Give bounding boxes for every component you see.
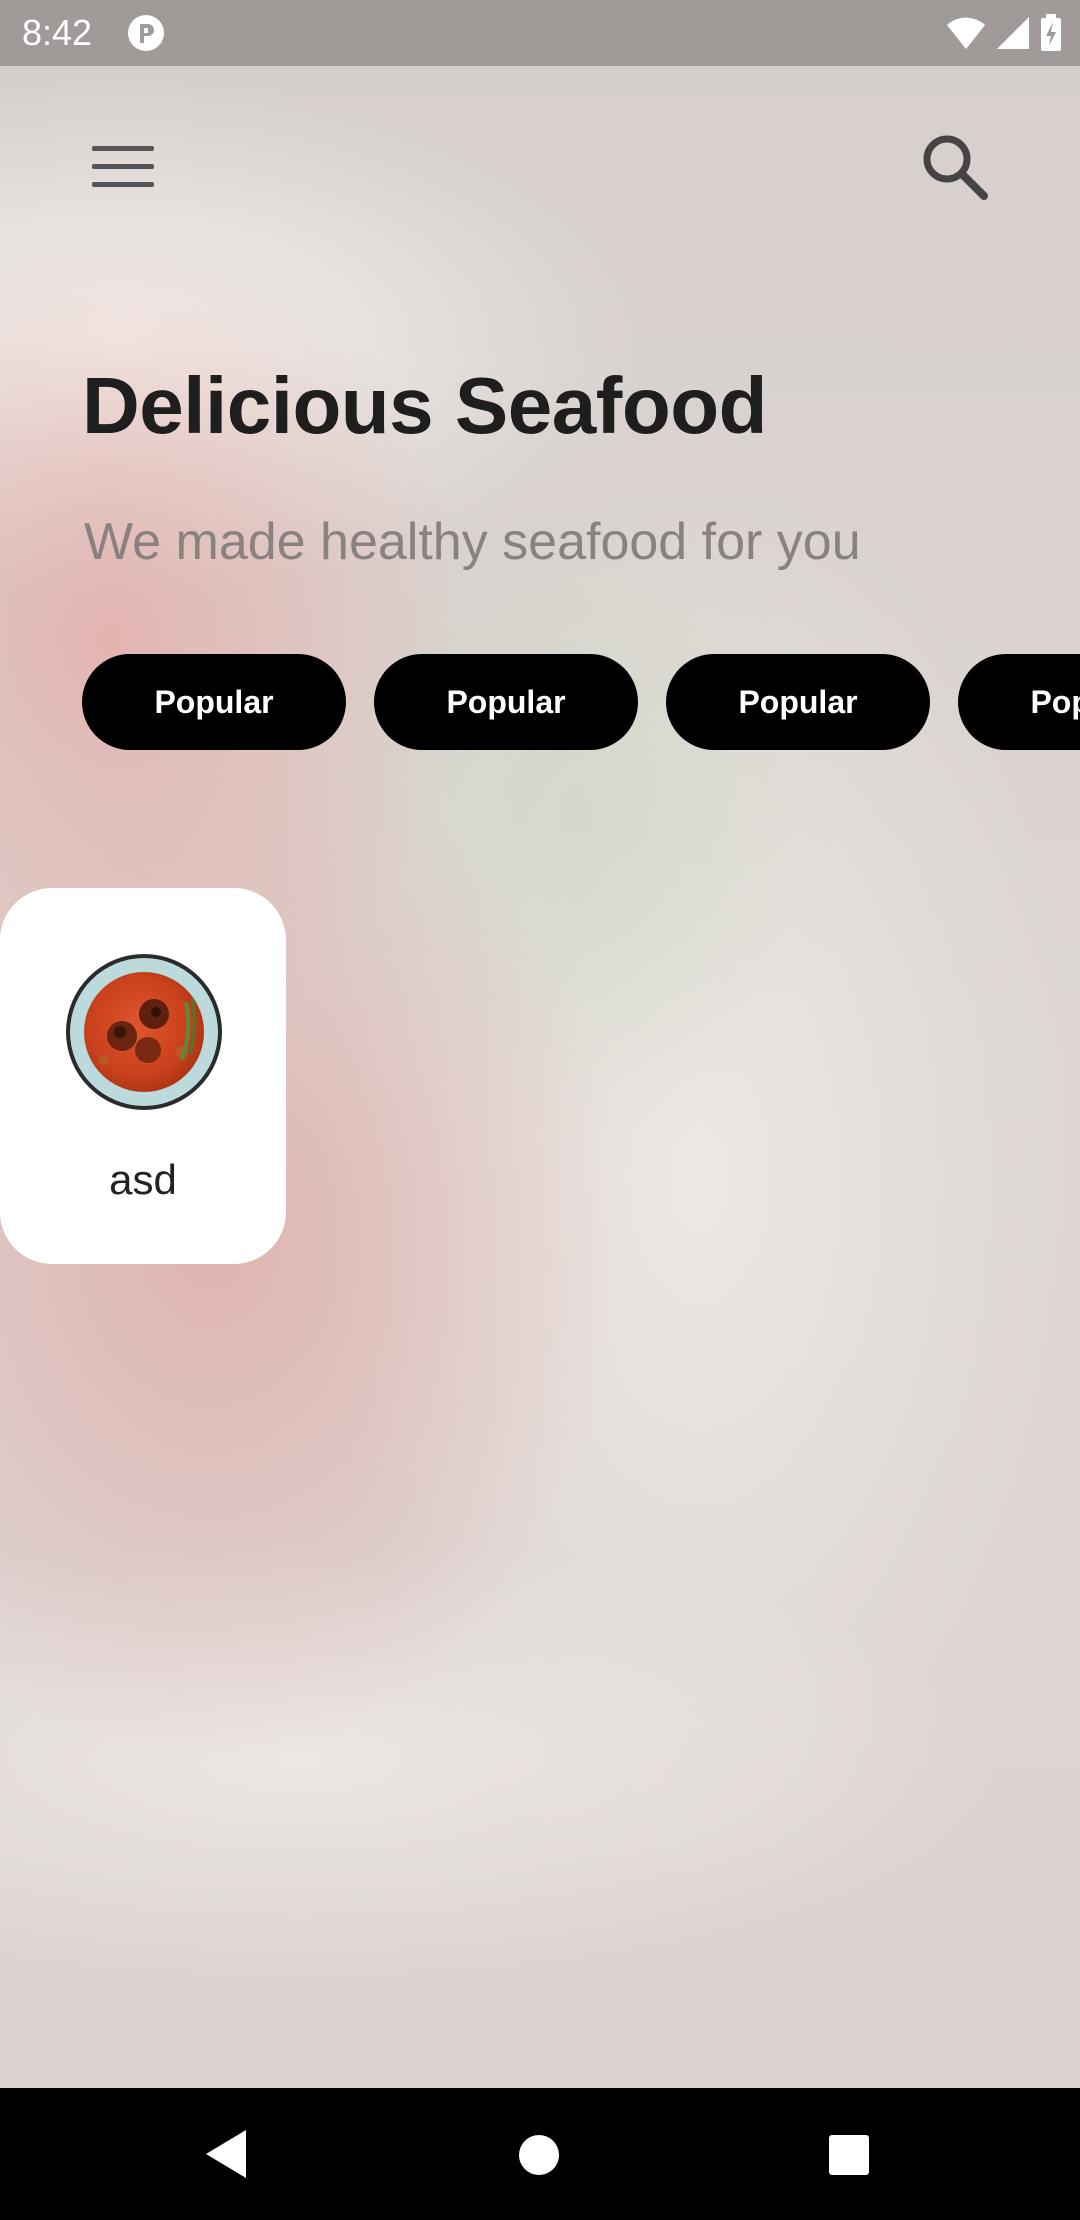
seafood-dish-image (66, 954, 222, 1110)
home-icon[interactable] (518, 2134, 560, 2176)
food-card-name: asd (109, 1156, 177, 1203)
chip-popular-2[interactable]: Popular (374, 654, 638, 750)
page-title: Delicious Seafood (82, 361, 767, 450)
system-nav-bar (0, 2088, 1080, 2220)
chip-popular-3[interactable]: Popular (666, 654, 930, 750)
food-card[interactable]: asd (0, 888, 286, 1264)
chip-row: Popular Popular Popular Popular (82, 654, 1080, 750)
search-icon[interactable] (920, 132, 990, 202)
recents-icon[interactable] (828, 2134, 870, 2176)
status-time: 8:42 (22, 12, 93, 53)
chip-popular-1[interactable]: Popular (82, 654, 346, 750)
wifi-icon (947, 17, 985, 49)
hamburger-menu-icon[interactable] (92, 142, 156, 192)
page-subtitle: We made healthy seafood for you (84, 513, 861, 571)
back-icon[interactable] (204, 2128, 248, 2180)
category-chips[interactable]: Popular Popular Popular Popular (82, 654, 1080, 752)
app-notification-icon (128, 15, 164, 51)
status-bar: 8:42 (0, 0, 1080, 66)
chip-popular-4[interactable]: Popular (958, 654, 1080, 750)
cellular-signal-icon (997, 17, 1029, 49)
status-icons (946, 14, 1062, 52)
battery-charging-icon (1041, 14, 1061, 51)
